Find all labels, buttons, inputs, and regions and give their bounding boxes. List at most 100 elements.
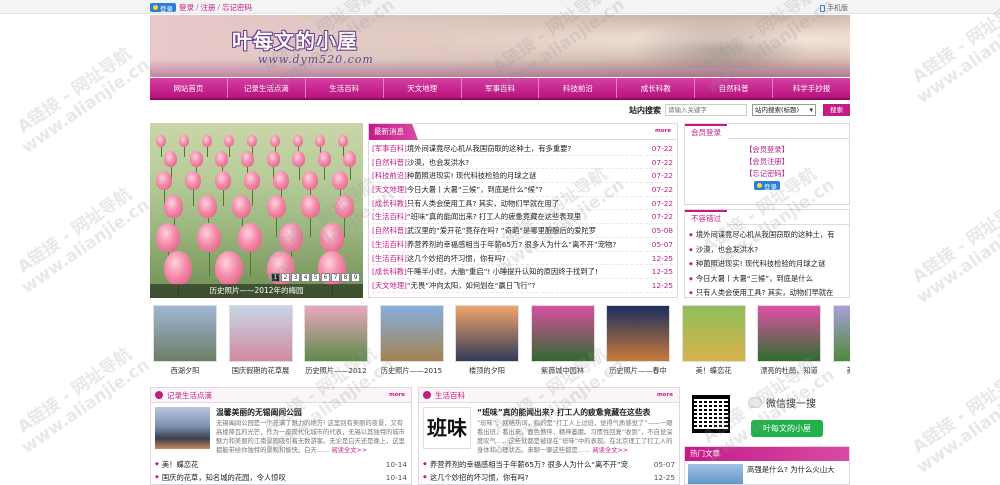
list-item-title[interactable]: 这几个妙招的坏习惯，你有吗? bbox=[430, 471, 652, 484]
recommend-item[interactable]: 境外间谍竟尽心机从我国窃取的这种土，有 bbox=[689, 228, 846, 243]
gallery-caption[interactable]: 美！蝶恋花 bbox=[682, 366, 746, 376]
news-title[interactable]: “班味”真的能闻出来? 打工人的疲惫竟藏在这些表现里 bbox=[407, 210, 648, 223]
member-qq-login-button[interactable]: 登录 bbox=[754, 181, 780, 191]
life-read-more-link[interactable]: 阅读全文>> bbox=[331, 447, 367, 454]
news-title[interactable]: 境外间谍竟尽心机从我国窃取的这种土，有多重要? bbox=[407, 142, 648, 155]
gallery-caption[interactable]: 紫薇城中园林 bbox=[531, 366, 595, 376]
list-item[interactable]: 养营养剂的幸福感相当于年薪65万? 很多人为什么“离不开”宠05-07 bbox=[423, 458, 675, 471]
gallery-caption[interactable]: 国庆假期的花草展 bbox=[229, 366, 293, 376]
nav-life-encyclopedia[interactable]: 生活百科 bbox=[306, 78, 384, 98]
list-item[interactable]: 美！蝶恋花10-14 bbox=[155, 458, 407, 471]
gallery-caption[interactable]: 历史照片——春中 bbox=[606, 366, 670, 376]
gallery-image[interactable] bbox=[455, 305, 519, 362]
news-item[interactable]: [生活百科] 这几个妙招的坏习惯，你有吗? 12-25 bbox=[372, 252, 673, 266]
news-title[interactable]: 只有人类会使用工具? 其实，动物们早就在用了 bbox=[407, 197, 648, 210]
recommend-item[interactable]: 沙漠，也会发洪水? bbox=[689, 243, 846, 258]
news-title[interactable]: 种菌照进现实! 现代科技检验的月球之谜 bbox=[407, 169, 648, 182]
hot-article-item[interactable]: 高强是什么? 为什么火山大 bbox=[685, 461, 849, 484]
slideshow-page-9[interactable]: 9 bbox=[351, 273, 360, 282]
register-link[interactable]: 注册 bbox=[201, 3, 216, 12]
gallery-item[interactable]: 紫薇城中园林 bbox=[530, 305, 595, 385]
search-input[interactable] bbox=[665, 104, 747, 116]
news-more-link[interactable]: more bbox=[655, 128, 671, 134]
mobile-version-link[interactable]: 手机版 bbox=[820, 3, 848, 13]
news-category[interactable]: [生活百科] bbox=[372, 210, 407, 223]
gallery-item[interactable]: 历史照片——2015 bbox=[379, 305, 444, 385]
search-button[interactable]: 搜索 bbox=[823, 104, 850, 116]
encyclopedia-more-link[interactable]: more bbox=[657, 392, 673, 398]
gallery-item[interactable]: 美！大自然 bbox=[832, 305, 850, 385]
news-item[interactable]: [科技前沿] 种菌照进现实! 现代科技检验的月球之谜 07-22 bbox=[372, 169, 673, 184]
slideshow-page-7[interactable]: 7 bbox=[331, 273, 340, 282]
news-category[interactable]: [自然科普] bbox=[372, 156, 407, 169]
search-scope-select[interactable]: 站内搜索(标题) bbox=[752, 104, 816, 116]
gallery-image[interactable] bbox=[681, 305, 746, 362]
news-item[interactable]: [成长科教] 午睡半小时，大脑“重启”! 小睡提升认知的原因终于找到了! 12-25 bbox=[372, 265, 673, 279]
gallery-image[interactable] bbox=[530, 305, 595, 362]
wechat-account-button[interactable]: 叶每文的小屋 bbox=[751, 420, 823, 437]
recommend-item[interactable]: 只有人类会使用工具? 其实，动物们早就在 bbox=[689, 286, 846, 301]
slideshow-page-5[interactable]: 5 bbox=[311, 273, 320, 282]
news-title[interactable]: 这几个妙招的坏习惯，你有吗? bbox=[407, 252, 648, 265]
gallery-item[interactable]: 美！蝶恋花 bbox=[681, 305, 746, 385]
news-item[interactable]: [自然科普] 武汉里的“爱开花”竟存在吗? “奇葩”是哪里酿酿后的爱陀罗 05-08 bbox=[372, 224, 673, 238]
nav-nature[interactable]: 自然科普 bbox=[695, 78, 774, 98]
photo-slideshow[interactable]: 123456789 历史照片——2012年的梅园 bbox=[150, 123, 363, 298]
gallery-image[interactable] bbox=[606, 305, 670, 362]
news-category[interactable]: [科技前沿] bbox=[372, 169, 407, 182]
news-category[interactable]: [成长科教] bbox=[372, 265, 407, 278]
nav-technology[interactable]: 科技前沿 bbox=[539, 78, 618, 98]
member-login-link[interactable]: 【会员登录】 bbox=[745, 145, 789, 154]
news-title[interactable]: “无畏”冲向太阳，如何划在“赢日飞行”? bbox=[407, 279, 648, 292]
nav-education[interactable]: 成长科教 bbox=[617, 78, 696, 98]
slideshow-page-6[interactable]: 6 bbox=[321, 273, 330, 282]
news-category[interactable]: [生活百科] bbox=[372, 252, 407, 265]
news-title[interactable]: 今日大暑丨大暑“三候”，到底是什么“候”? bbox=[407, 183, 648, 196]
list-item-title[interactable]: 美！蝶恋花 bbox=[162, 458, 384, 471]
gallery-image[interactable] bbox=[757, 305, 821, 362]
news-item[interactable]: [天文地理] “无畏”冲向太阳，如何划在“赢日飞行”? 12-25 bbox=[372, 279, 673, 293]
news-item[interactable]: [军事百科] 境外间谍竟尽心机从我国窃取的这种土，有多重要? 07-22 bbox=[372, 142, 673, 156]
news-item[interactable]: [自然科普] 沙漠，也会发洪水? 07-22 bbox=[372, 156, 673, 170]
list-item[interactable]: 这几个妙招的坏习惯，你有吗?12-25 bbox=[423, 471, 675, 484]
life-feature-title[interactable]: 温馨美丽的无锡阖闾公园 bbox=[216, 407, 407, 418]
recommend-item[interactable]: 今日大暑丨大暑“三候”，到底是什么 bbox=[689, 272, 846, 287]
nav-astronomy-geography[interactable]: 天文地理 bbox=[384, 78, 462, 98]
news-title[interactable]: 养营养剂的幸福感相当于年薪65万? 很多人为什么“离不开”宠物? bbox=[407, 238, 648, 251]
slideshow-page-4[interactable]: 4 bbox=[301, 273, 310, 282]
news-category[interactable]: [成长科教] bbox=[372, 197, 407, 210]
gallery-image[interactable] bbox=[832, 305, 850, 362]
news-title[interactable]: 武汉里的“爱开花”竟存在吗? “奇葩”是哪里酿酿后的爱陀罗 bbox=[407, 224, 648, 237]
encyclopedia-feature-title[interactable]: “班味”真的能闻出来? 打工人的疲惫竟藏在这些表 bbox=[477, 407, 675, 418]
nav-home[interactable]: 网站首页 bbox=[150, 78, 228, 98]
slideshow-page-3[interactable]: 3 bbox=[291, 273, 300, 282]
gallery-item[interactable]: 西湖夕阳 bbox=[153, 305, 217, 385]
login-link[interactable]: 登录 bbox=[179, 3, 194, 12]
gallery-caption[interactable]: 西湖夕阳 bbox=[153, 366, 217, 376]
news-category[interactable]: [生活百科] bbox=[372, 238, 407, 251]
news-title[interactable]: 沙漠，也会发洪水? bbox=[407, 156, 648, 169]
gallery-caption[interactable]: 楼顶的夕阳 bbox=[455, 366, 519, 376]
slideshow-page-1[interactable]: 1 bbox=[271, 273, 280, 282]
news-category[interactable]: [天文地理] bbox=[372, 279, 407, 292]
member-forgot-link[interactable]: 【忘记密码】 bbox=[745, 169, 789, 178]
nav-science-poster[interactable]: 科学手抄报 bbox=[773, 78, 850, 98]
encyclopedia-read-more-link[interactable]: 阅读全文>> bbox=[592, 447, 628, 454]
news-item[interactable]: [生活百科] 养营养剂的幸福感相当于年薪65万? 很多人为什么“离不开”宠物? 05… bbox=[372, 238, 673, 252]
gallery-item[interactable]: 漂亮的杜鹃，知道 bbox=[757, 305, 821, 385]
list-item-title[interactable]: 养营养剂的幸福感相当于年薪65万? 很多人为什么“离不开”宠 bbox=[430, 458, 652, 471]
gallery-caption[interactable]: 美！大自然 bbox=[833, 366, 850, 376]
slideshow-page-2[interactable]: 2 bbox=[281, 273, 290, 282]
gallery-item[interactable]: 历史照片——2012 bbox=[304, 305, 368, 385]
news-category[interactable]: [军事百科] bbox=[372, 142, 407, 155]
news-title[interactable]: 午睡半小时，大脑“重启”! 小睡提升认知的原因终于找到了! bbox=[407, 265, 648, 278]
qq-login-button[interactable]: 登录 bbox=[150, 3, 176, 13]
gallery-item[interactable]: 国庆假期的花草展 bbox=[228, 305, 293, 385]
gallery-image[interactable] bbox=[379, 305, 444, 362]
gallery-caption[interactable]: 历史照片——2012 bbox=[304, 366, 368, 376]
gallery-image[interactable] bbox=[153, 305, 217, 362]
nav-military[interactable]: 军事百科 bbox=[462, 78, 540, 98]
recommend-item[interactable]: 种菌照进现实! 现代科技检验的月球之谜 bbox=[689, 257, 846, 272]
news-item[interactable]: [生活百科] “班味”真的能闻出来? 打工人的疲惫竟藏在这些表现里 07-22 bbox=[372, 210, 673, 225]
news-item[interactable]: [天文地理] 今日大暑丨大暑“三候”，到底是什么“候”? 07-22 bbox=[372, 183, 673, 197]
